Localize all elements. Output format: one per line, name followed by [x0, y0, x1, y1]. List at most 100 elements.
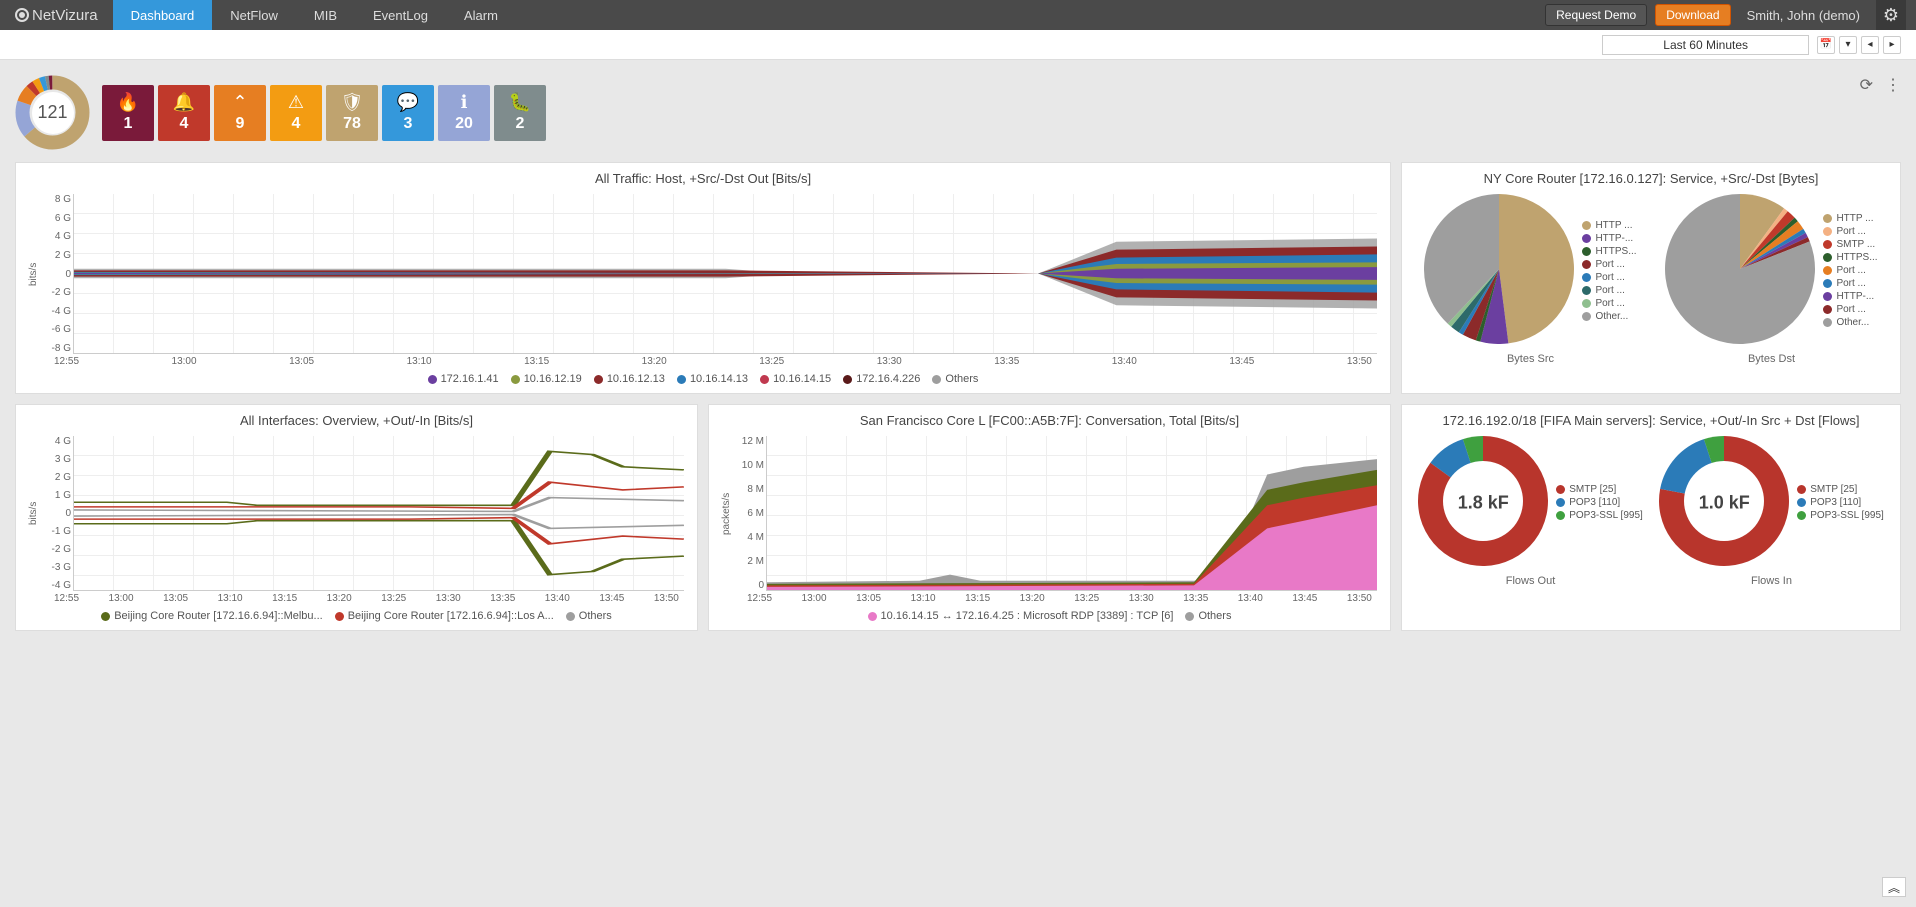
- donut-center: 1.8 kF: [1458, 492, 1509, 513]
- legend-item[interactable]: Others: [566, 610, 612, 622]
- pie-bytes-dst[interactable]: HTTP ... Port ... SMTP ... HTTPS... Port ...…: [1665, 194, 1877, 365]
- chart-fifa[interactable]: 172.16.192.0/18 [FIFA Main servers]: Ser…: [1401, 404, 1901, 631]
- request-demo-button[interactable]: Request Demo: [1545, 4, 1647, 26]
- legend-item[interactable]: HTTP-...: [1823, 291, 1877, 302]
- legend-item[interactable]: SMTP [25]: [1556, 484, 1643, 495]
- tile-icon: 🛡: [341, 92, 364, 113]
- legend-item[interactable]: 10.16.12.13: [594, 373, 665, 385]
- legend-item[interactable]: HTTP ...: [1823, 213, 1877, 224]
- legend-item[interactable]: HTTPS...: [1582, 246, 1636, 257]
- download-button[interactable]: Download: [1655, 4, 1730, 26]
- legend-item[interactable]: 10.16.14.13: [677, 373, 748, 385]
- stat-tile-1[interactable]: 🔔4: [158, 85, 210, 141]
- plot-area: [766, 436, 1377, 591]
- tile-icon: 💬: [397, 92, 419, 113]
- y-axis-label: bits/s: [24, 194, 43, 354]
- legend-item[interactable]: HTTPS...: [1823, 252, 1877, 263]
- legend-item[interactable]: Port ...: [1582, 298, 1636, 309]
- chart-sf-core[interactable]: San Francisco Core L [FC00::A5B:7F]: Con…: [708, 404, 1391, 631]
- subbar: Last 60 Minutes 📅 ▾ ◂ ▸: [0, 30, 1916, 60]
- legend-item[interactable]: 10.16.14.15: [760, 373, 831, 385]
- nav-mib[interactable]: MIB: [296, 0, 355, 30]
- legend-item[interactable]: Port ...: [1582, 272, 1636, 283]
- pie-flows-out[interactable]: 1.8 kFSMTP [25]POP3 [110]POP3-SSL [995]F…: [1418, 436, 1643, 587]
- legend-item[interactable]: 10.16.12.19: [511, 373, 582, 385]
- stat-tile-6[interactable]: ℹ20: [438, 85, 490, 141]
- brand-logo[interactable]: NetVizura: [0, 7, 113, 24]
- total-donut[interactable]: 121: [15, 75, 90, 150]
- nav-netflow[interactable]: NetFlow: [212, 0, 296, 30]
- legend-item[interactable]: HTTP ...: [1582, 220, 1636, 231]
- pie-label: Flows In: [1751, 575, 1792, 587]
- legend-item[interactable]: HTTP-...: [1582, 233, 1636, 244]
- legend-item[interactable]: 10.16.14.15 ↔ 172.16.4.25 : Microsoft RD…: [868, 610, 1174, 622]
- legend-item[interactable]: Beijing Core Router [172.16.6.94]::Melbu…: [101, 610, 323, 622]
- stat-tile-7[interactable]: 🐛2: [494, 85, 546, 141]
- settings-gear-icon[interactable]: ⚙: [1876, 0, 1906, 30]
- next-icon[interactable]: ▸: [1883, 36, 1901, 54]
- legend-item[interactable]: SMTP [25]: [1797, 484, 1884, 495]
- legend-item[interactable]: POP3-SSL [995]: [1797, 510, 1884, 521]
- tile-count: 1: [124, 115, 133, 133]
- tile-count: 78: [343, 115, 361, 133]
- stat-tile-3[interactable]: ⚠4: [270, 85, 322, 141]
- charts-grid: All Traffic: Host, +Src/-Dst Out [Bits/s…: [15, 162, 1901, 394]
- chart-legend: 172.16.1.41 10.16.12.19 10.16.12.13 10.16.1…: [24, 373, 1382, 385]
- tile-icon: ⚠: [288, 92, 304, 113]
- prev-icon[interactable]: ◂: [1861, 36, 1879, 54]
- chart-title: All Interfaces: Overview, +Out/-In [Bits…: [24, 413, 689, 428]
- legend-item[interactable]: Port ...: [1823, 304, 1877, 315]
- plot-area: [73, 194, 1377, 354]
- stat-tile-4[interactable]: 🛡 78: [326, 85, 378, 141]
- stat-tile-2[interactable]: ⌃9: [214, 85, 266, 141]
- stat-tile-5[interactable]: 💬3: [382, 85, 434, 141]
- legend-item[interactable]: Others: [1185, 610, 1231, 622]
- legend-item[interactable]: 172.16.1.41: [428, 373, 499, 385]
- chart-title: All Traffic: Host, +Src/-Dst Out [Bits/s…: [24, 171, 1382, 186]
- legend-item[interactable]: Port ...: [1823, 265, 1877, 276]
- nav-dashboard[interactable]: Dashboard: [113, 0, 213, 30]
- tile-count: 2: [516, 115, 525, 133]
- chart-ny-core[interactable]: NY Core Router [172.16.0.127]: Service, …: [1401, 162, 1901, 394]
- tile-icon: 🔔: [173, 92, 195, 113]
- legend-item[interactable]: Port ...: [1582, 259, 1636, 270]
- legend-item[interactable]: SMTP ...: [1823, 239, 1877, 250]
- dropdown-icon[interactable]: ▾: [1839, 36, 1857, 54]
- legend-item[interactable]: POP3 [110]: [1556, 497, 1643, 508]
- nav-eventlog[interactable]: EventLog: [355, 0, 446, 30]
- bottom-row: All Interfaces: Overview, +Out/-In [Bits…: [15, 404, 1901, 631]
- summary-row: 121 🔥1🔔4⌃9⚠4🛡78💬3ℹ20🐛2 ⟳ ⋮: [15, 75, 1901, 150]
- more-icon[interactable]: ⋮: [1885, 75, 1901, 95]
- nav-alarm[interactable]: Alarm: [446, 0, 516, 30]
- legend-item[interactable]: 172.16.4.226: [843, 373, 920, 385]
- legend-item[interactable]: POP3-SSL [995]: [1556, 510, 1643, 521]
- legend-item[interactable]: Other...: [1582, 311, 1636, 322]
- chart-title: San Francisco Core L [FC00::A5B:7F]: Con…: [717, 413, 1382, 428]
- calendar-icon[interactable]: 📅: [1817, 36, 1835, 54]
- chart-all-traffic[interactable]: All Traffic: Host, +Src/-Dst Out [Bits/s…: [15, 162, 1391, 394]
- user-name[interactable]: Smith, John (demo): [1739, 8, 1868, 23]
- brand-text: NetVizura: [32, 7, 98, 24]
- refresh-icon[interactable]: ⟳: [1860, 75, 1873, 95]
- chart-title: 172.16.192.0/18 [FIFA Main servers]: Ser…: [1410, 413, 1892, 428]
- time-range-selector[interactable]: Last 60 Minutes: [1602, 35, 1809, 55]
- legend-item[interactable]: Port ...: [1823, 278, 1877, 289]
- tile-count: 3: [404, 115, 413, 133]
- legend-item[interactable]: Beijing Core Router [172.16.6.94]::Los A…: [335, 610, 554, 622]
- pie-flows-in[interactable]: 1.0 kFSMTP [25]POP3 [110]POP3-SSL [995]F…: [1659, 436, 1884, 587]
- chart-legend: Beijing Core Router [172.16.6.94]::Melbu…: [24, 610, 689, 622]
- topbar-right: Request Demo Download Smith, John (demo)…: [1545, 0, 1916, 30]
- tile-icon: 🔥: [117, 92, 139, 113]
- pie-label: Bytes Src: [1507, 353, 1554, 365]
- legend-item[interactable]: POP3 [110]: [1797, 497, 1884, 508]
- logo-icon: [15, 8, 29, 22]
- topbar: NetVizura Dashboard NetFlow MIB EventLog…: [0, 0, 1916, 30]
- scroll-top-button[interactable]: ︽: [1882, 877, 1906, 897]
- stat-tile-0[interactable]: 🔥1: [102, 85, 154, 141]
- legend-item[interactable]: Other...: [1823, 317, 1877, 328]
- chart-all-interfaces[interactable]: All Interfaces: Overview, +Out/-In [Bits…: [15, 404, 698, 631]
- legend-item[interactable]: Port ...: [1582, 285, 1636, 296]
- pie-bytes-src[interactable]: HTTP ... HTTP-... HTTPS... Port ... Port ...…: [1424, 194, 1636, 365]
- legend-item[interactable]: Port ...: [1823, 226, 1877, 237]
- legend-item[interactable]: Others: [932, 373, 978, 385]
